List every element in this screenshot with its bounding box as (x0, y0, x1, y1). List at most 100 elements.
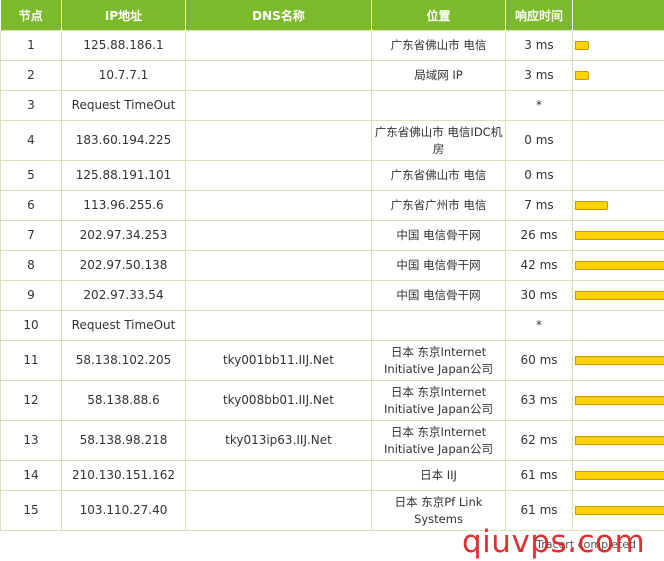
latency-bar-cell (572, 60, 664, 91)
hop-cell: 14 (0, 460, 62, 491)
latency-bar-cell (572, 160, 664, 191)
location-cell: 广东省佛山市 电信IDC机房 (371, 120, 506, 161)
dns-cell: tky013ip63.IIJ.Net (185, 420, 372, 461)
dns-cell: tky001bb11.IIJ.Net (185, 340, 372, 381)
hop-cell: 1 (0, 30, 62, 61)
latency-bar-cell (572, 310, 664, 341)
table-row: 8 202.97.50.138 中国 电信骨干网 42 ms (0, 250, 664, 281)
table-row: 3 Request TimeOut * (0, 90, 664, 121)
location-cell: 中国 电信骨干网 (371, 220, 506, 251)
latency-bar (575, 41, 590, 50)
hop-cell: 15 (0, 490, 62, 531)
latency-bar-cell (572, 120, 664, 161)
header-dns: DNS名称 (185, 0, 372, 31)
ip-cell: 58.138.102.205 (61, 340, 186, 381)
location-cell: 局域网 IP (371, 60, 506, 91)
hop-cell: 13 (0, 420, 62, 461)
location-cell: 广东省佛山市 电信 (371, 30, 506, 61)
table-row: 1 125.88.186.1 广东省佛山市 电信 3 ms (0, 30, 664, 61)
ip-cell: Request TimeOut (61, 310, 186, 341)
latency-bar (575, 356, 664, 365)
latency-bar-cell (572, 90, 664, 121)
latency-bar-cell (572, 380, 664, 421)
ip-cell: 125.88.191.101 (61, 160, 186, 191)
table-row: 11 58.138.102.205 tky001bb11.IIJ.Net 日本 东京I… (0, 340, 664, 381)
watermark: qiuvps.com (462, 524, 646, 560)
ip-cell: 58.138.98.218 (61, 420, 186, 461)
ip-cell: 125.88.186.1 (61, 30, 186, 61)
dns-cell (185, 460, 372, 491)
latency-bar (575, 471, 664, 480)
time-cell: 7 ms (505, 190, 573, 221)
latency-bar (575, 71, 590, 80)
traceroute-table: 节点 IP地址 DNS名称 位置 响应时间 1 125.88.186.1 广东省佛山… (0, 0, 664, 531)
dns-cell (185, 120, 372, 161)
ip-cell: 183.60.194.225 (61, 120, 186, 161)
hop-cell: 9 (0, 280, 62, 311)
time-cell: 30 ms (505, 280, 573, 311)
time-cell: 26 ms (505, 220, 573, 251)
latency-bar-cell (572, 250, 664, 281)
traceroute-panel: 节点 IP地址 DNS名称 位置 响应时间 1 125.88.186.1 广东省佛山… (0, 0, 664, 561)
time-cell: 61 ms (505, 460, 573, 491)
hop-cell: 5 (0, 160, 62, 191)
dns-cell (185, 160, 372, 191)
dns-cell (185, 280, 372, 311)
header-location: 位置 (371, 0, 506, 31)
table-row: 10 Request TimeOut * (0, 310, 664, 341)
time-cell: 3 ms (505, 60, 573, 91)
dns-cell (185, 30, 372, 61)
hop-cell: 3 (0, 90, 62, 121)
latency-bar (575, 396, 664, 405)
location-cell: 日本 东京Internet Initiative Japan公司 (371, 340, 506, 381)
latency-bar-cell (572, 30, 664, 61)
time-cell: 63 ms (505, 380, 573, 421)
location-cell: 日本 东京Internet Initiative Japan公司 (371, 420, 506, 461)
location-cell: 日本 IIJ (371, 460, 506, 491)
dns-cell (185, 60, 372, 91)
table-row: 7 202.97.34.253 中国 电信骨干网 26 ms (0, 220, 664, 251)
dns-cell (185, 310, 372, 341)
hop-cell: 8 (0, 250, 62, 281)
ip-cell: 202.97.50.138 (61, 250, 186, 281)
dns-cell (185, 250, 372, 281)
header-ip: IP地址 (61, 0, 186, 31)
ip-cell: 210.130.151.162 (61, 460, 186, 491)
time-cell: 3 ms (505, 30, 573, 61)
location-cell: 日本 东京Internet Initiative Japan公司 (371, 380, 506, 421)
location-cell: 广东省佛山市 电信 (371, 160, 506, 191)
table-row: 2 10.7.7.1 局域网 IP 3 ms (0, 60, 664, 91)
latency-bar-cell (572, 420, 664, 461)
hop-cell: 4 (0, 120, 62, 161)
table-row: 13 58.138.98.218 tky013ip63.IIJ.Net 日本 东京In… (0, 420, 664, 461)
location-cell: 中国 电信骨干网 (371, 250, 506, 281)
time-cell: * (505, 310, 573, 341)
table-row: 14 210.130.151.162 日本 IIJ 61 ms (0, 460, 664, 491)
latency-bar-cell (572, 340, 664, 381)
dns-cell: tky008bb01.IIJ.Net (185, 380, 372, 421)
location-cell (371, 90, 506, 121)
latency-bar-cell (572, 190, 664, 221)
hop-cell: 6 (0, 190, 62, 221)
location-cell (371, 310, 506, 341)
time-cell: 0 ms (505, 120, 573, 161)
hop-cell: 10 (0, 310, 62, 341)
latency-bar-cell (572, 460, 664, 491)
latency-bar (575, 291, 664, 300)
table-row: 5 125.88.191.101 广东省佛山市 电信 0 ms (0, 160, 664, 191)
header-bar (572, 0, 664, 31)
ip-cell: Request TimeOut (61, 90, 186, 121)
ip-cell: 10.7.7.1 (61, 60, 186, 91)
latency-bar (575, 201, 608, 210)
hop-cell: 12 (0, 380, 62, 421)
ip-cell: 113.96.255.6 (61, 190, 186, 221)
hop-cell: 7 (0, 220, 62, 251)
time-cell: 60 ms (505, 340, 573, 381)
header-hop: 节点 (0, 0, 62, 31)
location-cell: 广东省广州市 电信 (371, 190, 506, 221)
latency-bar-cell (572, 220, 664, 251)
hop-cell: 11 (0, 340, 62, 381)
hop-cell: 2 (0, 60, 62, 91)
table-row: 4 183.60.194.225 广东省佛山市 电信IDC机房 0 ms (0, 120, 664, 161)
table-row: 6 113.96.255.6 广东省广州市 电信 7 ms (0, 190, 664, 221)
